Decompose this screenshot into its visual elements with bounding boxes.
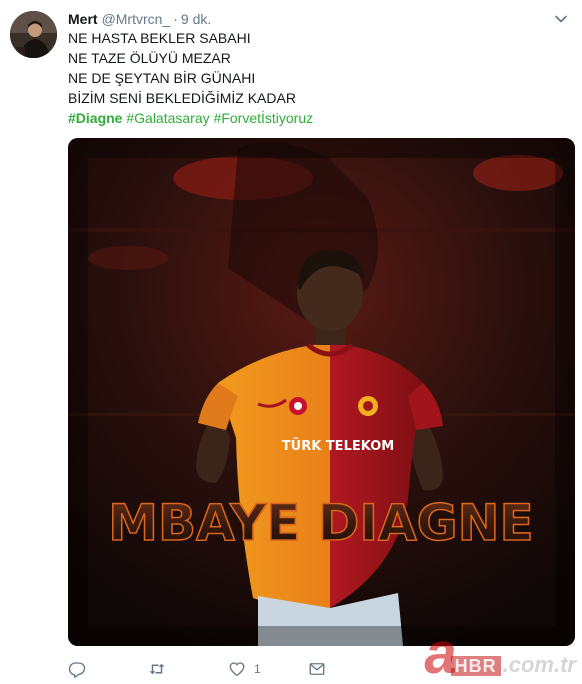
chevron-down-icon — [554, 12, 568, 26]
tweet-text: NE HASTA BEKLER SABAHI NE TAZE ÖLÜYÜ MEZ… — [68, 28, 568, 128]
tweet-timestamp[interactable]: 9 dk. — [181, 11, 211, 27]
envelope-icon — [308, 660, 326, 678]
retweet-button[interactable] — [148, 659, 174, 679]
jersey-sponsor-text: TÜRK TELEKOM — [282, 438, 394, 454]
tweet-line: NE TAZE ÖLÜYÜ MEZAR — [68, 50, 231, 66]
hashtag-galatasaray[interactable]: #Galatasaray — [126, 110, 209, 126]
reply-icon — [68, 660, 86, 678]
reply-button[interactable] — [68, 659, 94, 679]
tweet-header: Mert @Mrtvrcn_ · 9 dk. — [68, 10, 211, 28]
like-button[interactable]: 1 — [228, 659, 261, 679]
heart-icon — [228, 660, 246, 678]
hashtag-diagne[interactable]: #Diagne — [68, 110, 122, 126]
watermark-domain: .com.tr — [502, 652, 576, 677]
tweet-line: BİZİM SENİ BEKLEDİĞİMİZ KADAR — [68, 90, 296, 106]
tweet-line: NE DE ŞEYTAN BİR GÜNAHI — [68, 70, 256, 86]
author-name[interactable]: Mert — [68, 11, 98, 27]
tweet[interactable]: Mert @Mrtvrcn_ · 9 dk. NE HASTA BEKLER SABA… — [0, 0, 582, 684]
more-options-button[interactable] — [554, 12, 568, 26]
retweet-icon — [148, 660, 166, 678]
tweet-media-image[interactable]: MBAYE DIAGNE MBAYE DIAGNE TÜRK TELEKOM — [68, 138, 575, 646]
hashtag-forvetistiyoruz[interactable]: #Forvetİstiyoruz — [214, 110, 314, 126]
like-count: 1 — [254, 662, 261, 676]
svg-text:MBAYE DIAGNE: MBAYE DIAGNE — [108, 494, 533, 552]
direct-message-button[interactable] — [308, 659, 334, 679]
hashtag-diagne-label: #Diagne — [68, 110, 123, 126]
hashtag-row: #Diagne #Galatasaray #Forvetİstiyoruz — [68, 108, 568, 128]
watermark-sub: HBR — [450, 656, 501, 676]
separator-dot: · — [173, 11, 178, 27]
author-handle[interactable]: @Mrtvrcn_ — [102, 11, 171, 27]
tweet-actions: 1 — [68, 659, 428, 679]
tweet-line: NE HASTA BEKLER SABAHI — [68, 30, 251, 46]
avatar[interactable] — [10, 11, 57, 58]
